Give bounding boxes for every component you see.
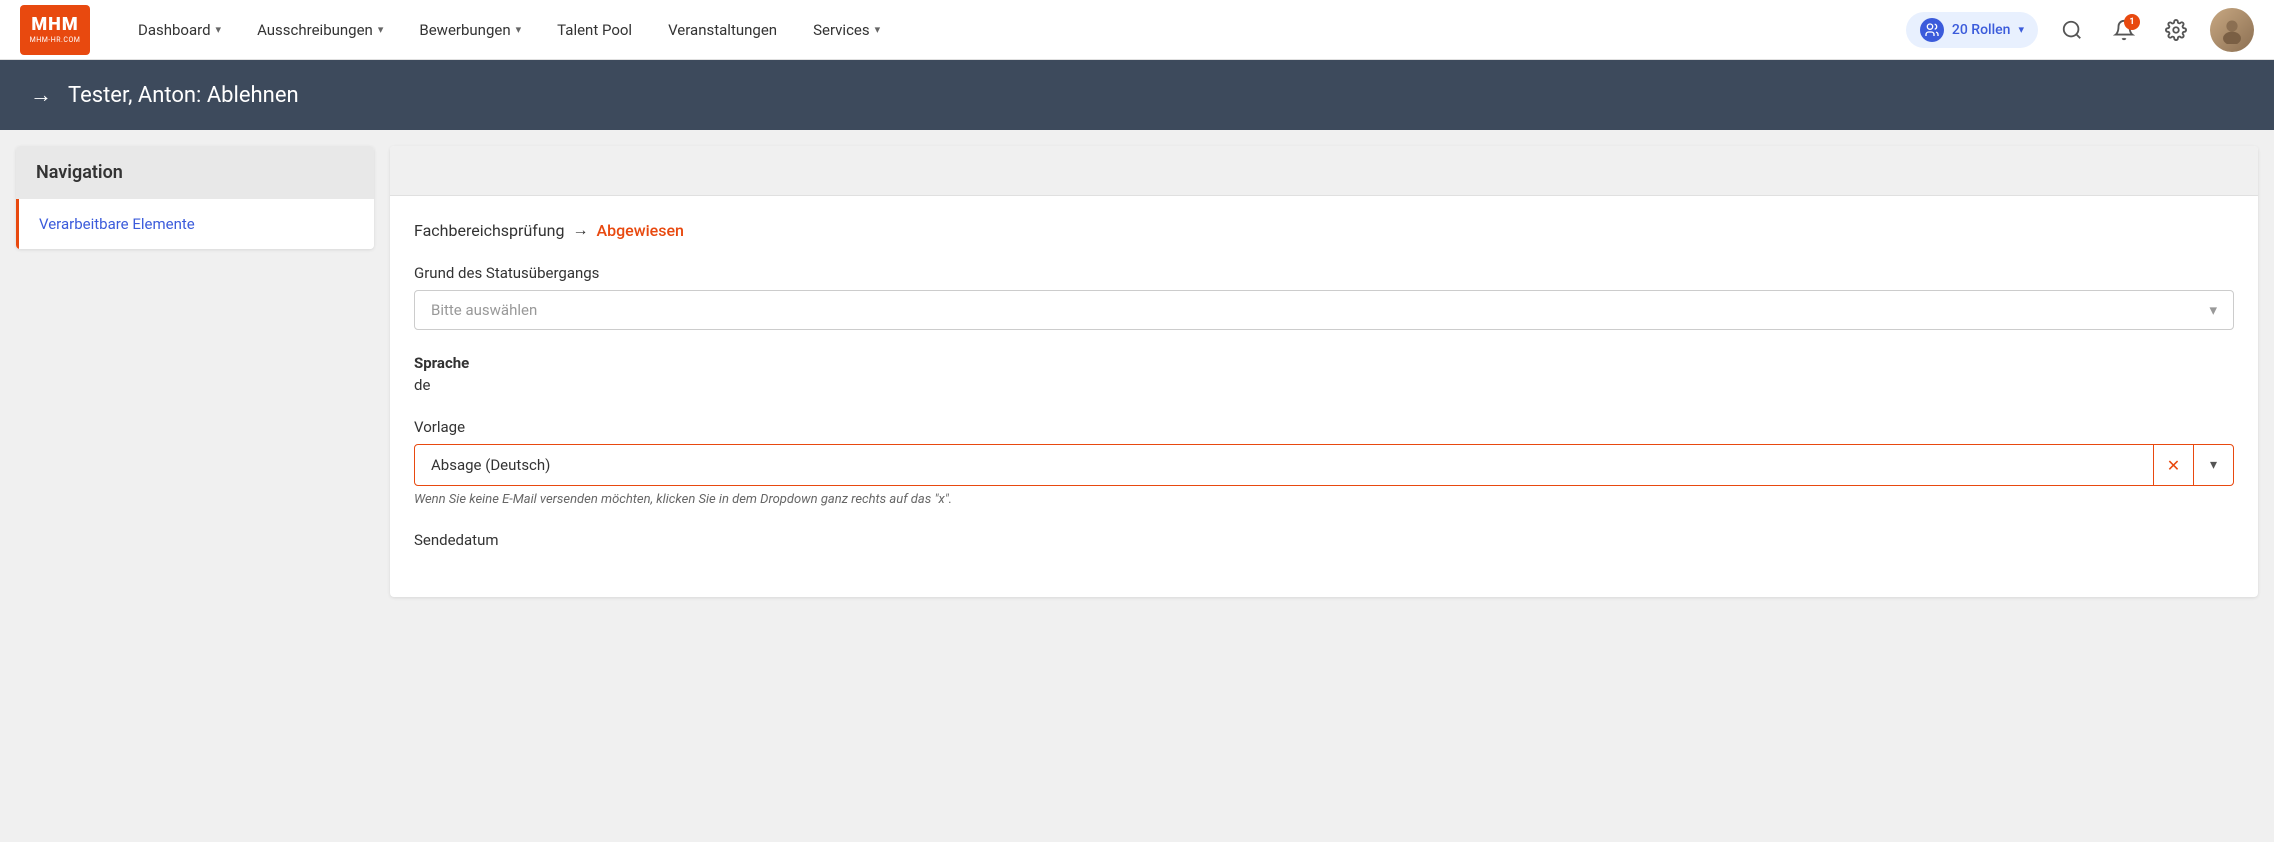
content-card-body: Fachbereichsprüfung → Abgewiesen Grund d…	[390, 196, 2258, 597]
breadcrumb: Fachbereichsprüfung → Abgewiesen	[414, 220, 2234, 240]
chevron-down-icon: ▾	[378, 23, 384, 36]
sprache-label: Sprache	[414, 354, 2234, 372]
vorlage-value: Absage (Deutsch)	[415, 446, 2153, 484]
nav-items: Dashboard ▾ Ausschreibungen ▾ Bewerbunge…	[120, 13, 1906, 47]
form-group-sprache: Sprache de	[414, 354, 2234, 394]
chevron-down-icon: ▾	[516, 23, 522, 36]
breadcrumb-status: Abgewiesen	[596, 221, 683, 240]
vorlage-clear-button[interactable]: ✕	[2153, 445, 2193, 485]
page-header: → Tester, Anton: Ablehnen	[0, 60, 2274, 130]
main-content: Navigation Verarbeitbare Elemente Fachbe…	[0, 130, 2274, 842]
sidebar-item-verarbeitbare-elemente[interactable]: Verarbeitbare Elemente	[16, 199, 374, 249]
top-navigation: MHM MHM-HR.COM Dashboard ▾ Ausschreibung…	[0, 0, 2274, 60]
nav-item-talent-pool[interactable]: Talent Pool	[539, 13, 650, 47]
logo[interactable]: MHM MHM-HR.COM	[20, 5, 90, 55]
status-grund-label: Grund des Statusübergangs	[414, 264, 2234, 282]
status-grund-placeholder: Bitte auswählen	[431, 301, 537, 319]
form-group-sendedatum: Sendedatum	[414, 531, 2234, 549]
page-title: Tester, Anton: Ablehnen	[68, 83, 299, 108]
notification-button[interactable]: 1	[2106, 12, 2142, 48]
breadcrumb-arrow: →	[572, 220, 588, 240]
sidebar: Navigation Verarbeitbare Elemente	[0, 130, 390, 842]
sprache-value: de	[414, 376, 2234, 394]
breadcrumb-text: Fachbereichsprüfung	[414, 221, 564, 240]
logo-text: MHM	[31, 15, 78, 35]
form-group-vorlage: Vorlage Absage (Deutsch) ✕ ▾ Wenn Sie ke…	[414, 418, 2234, 507]
vorlage-hint: Wenn Sie keine E-Mail versenden möchten,…	[414, 492, 2234, 507]
roles-icon	[1920, 18, 1944, 42]
content-card-header	[390, 146, 2258, 196]
content-card: Fachbereichsprüfung → Abgewiesen Grund d…	[390, 146, 2258, 597]
chevron-down-icon: ▾	[216, 23, 222, 36]
page-header-icon: →	[30, 82, 52, 108]
vorlage-select: Absage (Deutsch) ✕ ▾	[414, 444, 2234, 486]
content-panel: Fachbereichsprüfung → Abgewiesen Grund d…	[390, 130, 2274, 842]
search-button[interactable]	[2054, 12, 2090, 48]
roles-button[interactable]: 20 Rollen ▾	[1906, 12, 2038, 48]
nav-item-ausschreibungen[interactable]: Ausschreibungen ▾	[239, 13, 401, 47]
user-avatar[interactable]	[2210, 8, 2254, 52]
notification-badge: 1	[2124, 14, 2140, 30]
sendedatum-label: Sendedatum	[414, 531, 2234, 549]
logo-sub: MHM-HR.COM	[30, 36, 81, 44]
chevron-down-icon: ▾	[875, 23, 881, 36]
form-group-status-grund: Grund des Statusübergangs Bitte auswähle…	[414, 264, 2234, 330]
nav-item-services[interactable]: Services ▾	[795, 13, 898, 47]
sidebar-heading: Navigation	[16, 146, 374, 199]
nav-item-veranstaltungen[interactable]: Veranstaltungen	[650, 13, 795, 47]
chevron-down-icon: ▾	[2018, 23, 2024, 36]
nav-item-bewerbungen[interactable]: Bewerbungen ▾	[401, 13, 539, 47]
roles-label: 20 Rollen	[1952, 22, 2011, 38]
chevron-down-icon: ▾	[2209, 301, 2217, 319]
settings-button[interactable]	[2158, 12, 2194, 48]
vorlage-label: Vorlage	[414, 418, 2234, 436]
nav-right: 20 Rollen ▾ 1	[1906, 8, 2254, 52]
sidebar-card: Navigation Verarbeitbare Elemente	[16, 146, 374, 249]
nav-item-dashboard[interactable]: Dashboard ▾	[120, 13, 239, 47]
status-grund-select[interactable]: Bitte auswählen ▾	[414, 290, 2234, 330]
vorlage-chevron-button[interactable]: ▾	[2193, 445, 2233, 485]
